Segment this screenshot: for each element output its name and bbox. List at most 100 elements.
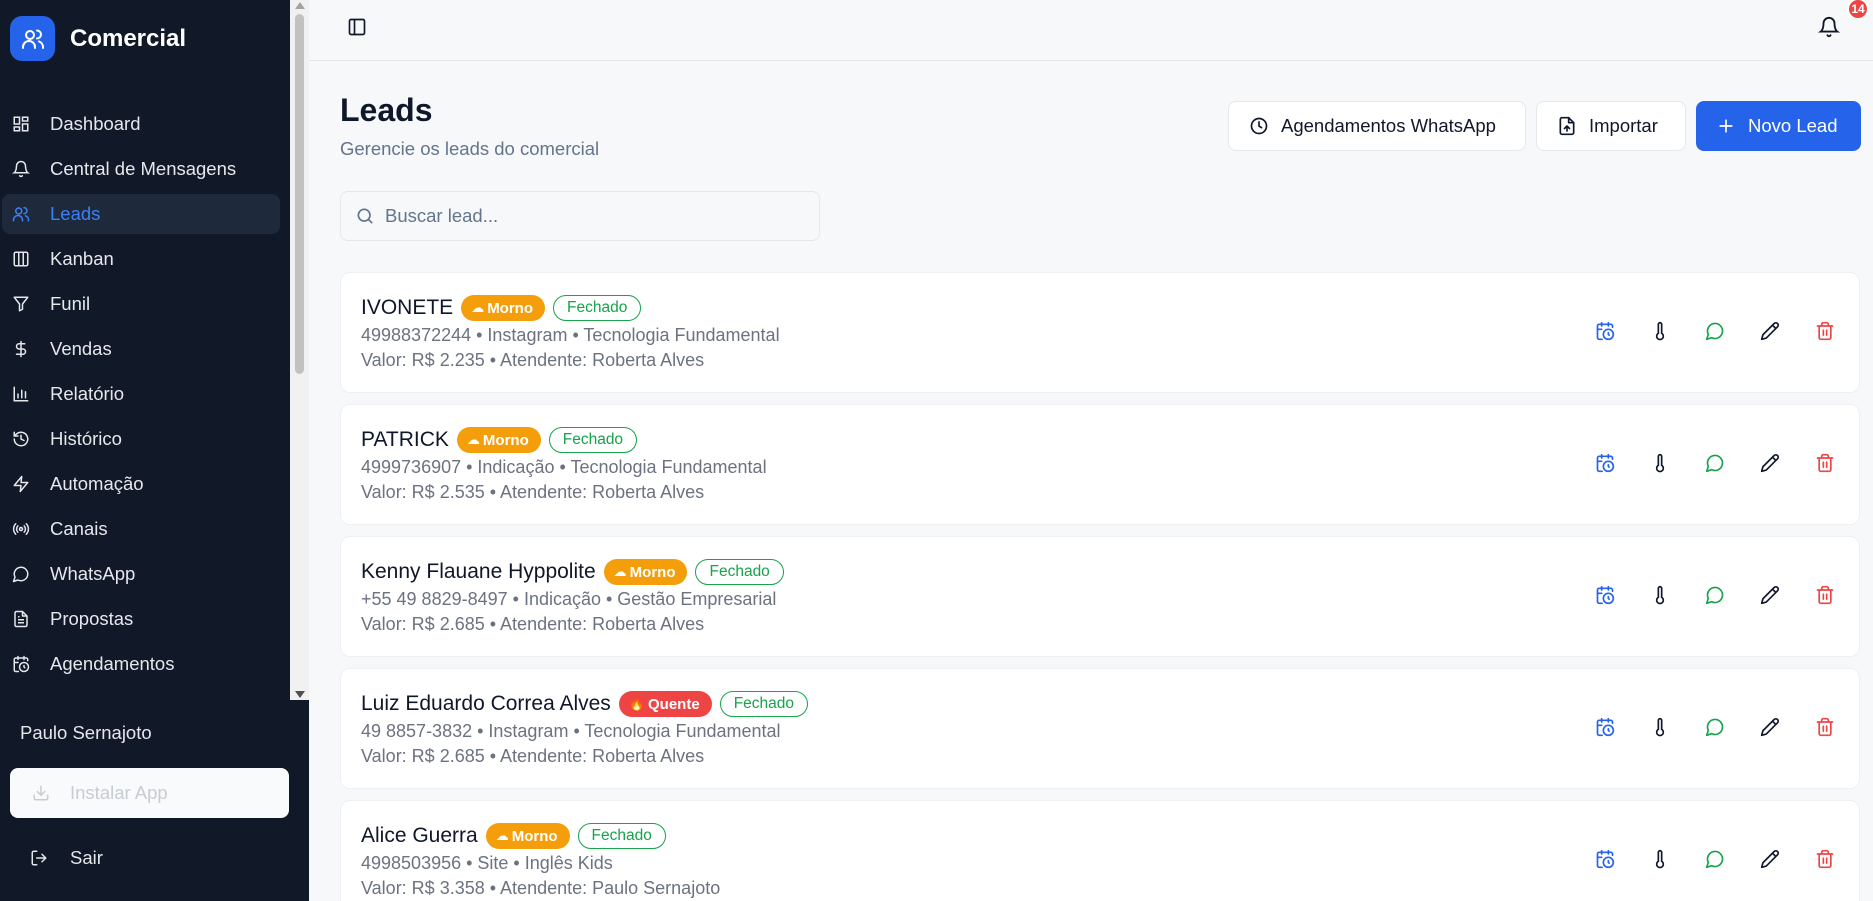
thermometer-icon[interactable] [1650,717,1670,737]
search-box [340,191,820,241]
temperature-label: Quente [648,695,700,713]
sidebar-nav: Dashboard Central de Mensagens Leads Kan… [0,104,290,700]
lead-value-line: Valor: R$ 3.358 • Atendente: Paulo Serna… [361,878,721,898]
users-icon [10,16,55,61]
scrollbar-thumb[interactable] [295,14,304,374]
search-icon [357,208,373,224]
edit-pencil-icon[interactable] [1760,321,1780,341]
cloud-icon: ☁ [471,300,485,315]
schedule-calendar-icon[interactable] [1595,717,1615,737]
lead-card: PATRICK ☁ Morno Fechado 4999736907 • Indi… [340,404,1860,525]
edit-pencil-icon[interactable] [1760,849,1780,869]
temperature-label: Morno [482,431,529,449]
sidebar-item-leads[interactable]: Leads [2,194,280,234]
scroll-down-arrow-icon[interactable] [295,691,305,698]
sidebar-item-vendas[interactable]: Vendas [2,329,280,369]
edit-pencil-icon[interactable] [1760,585,1780,605]
calendar-clock-icon [13,655,30,673]
sidebar-item-agendamentos[interactable]: Agendamentos [2,644,280,684]
file-upload-icon [1559,116,1575,136]
bell-icon [12,160,30,178]
cloud-icon: ☁ [495,828,509,843]
whatsapp-chat-icon[interactable] [1705,849,1725,869]
status-badge: Fechado [553,295,642,321]
lead-name: Alice Guerra [361,824,478,847]
sidebar-item-label: Dashboard [50,113,141,134]
new-lead-label: Novo Lead [1748,115,1838,136]
schedule-calendar-icon[interactable] [1595,585,1615,605]
delete-trash-icon[interactable] [1815,321,1835,341]
sidebar-scrollbar[interactable] [290,0,309,700]
delete-trash-icon[interactable] [1815,849,1835,869]
import-label: Importar [1589,115,1658,136]
lead-value-line: Valor: R$ 2.535 • Atendente: Roberta Alv… [361,482,705,502]
broadcast-icon [12,523,30,535]
lead-name: IVONETE [361,296,454,319]
current-user-name: Paulo Sernajoto [20,722,152,743]
sidebar-item-automacao[interactable]: Automação [2,464,280,504]
schedule-calendar-icon[interactable] [1595,321,1615,341]
clock-icon [1250,117,1268,135]
new-lead-button[interactable]: Novo Lead [1696,101,1861,151]
edit-pencil-icon[interactable] [1760,453,1780,473]
edit-pencil-icon[interactable] [1760,717,1780,737]
sidebar-item-label: Central de Mensagens [50,158,237,179]
thermometer-icon[interactable] [1650,453,1670,473]
lead-card: Kenny Flauane Hyppolite ☁ Morno Fechado +… [340,536,1860,657]
chat-bubble-icon [12,566,29,583]
app-name: Comercial [70,24,187,52]
scroll-up-arrow-icon[interactable] [295,2,305,9]
delete-trash-icon[interactable] [1815,717,1835,737]
install-app-button[interactable]: Instalar App [10,768,289,818]
logout-label: Sair [70,847,103,868]
lead-details: 49 8857-3832 • Instagram • Tecnologia Fu… [361,721,781,741]
sidebar-item-relatorio[interactable]: Relatório [2,374,280,414]
schedule-calendar-icon[interactable] [1595,849,1615,869]
temperature-label: Morno [511,827,558,845]
fire-icon: 🔥 [628,696,645,711]
logout-button[interactable]: Sair [10,838,289,878]
history-icon [13,431,29,447]
schedule-calendar-icon[interactable] [1595,453,1615,473]
sidebar-item-historico[interactable]: Histórico [2,419,280,459]
import-button[interactable]: Importar [1536,101,1686,151]
temperature-label: Morno [629,563,676,581]
lead-value-line: Valor: R$ 2.685 • Atendente: Roberta Alv… [361,746,705,766]
status-badge: Fechado [548,427,638,453]
notifications-bell-icon[interactable] [1818,16,1840,38]
bar-chart-icon [13,386,29,402]
whatsapp-schedules-button[interactable]: Agendamentos WhatsApp [1228,101,1526,151]
delete-trash-icon[interactable] [1815,453,1835,473]
sidebar-item-kanban[interactable]: Kanban [2,239,280,279]
whatsapp-chat-icon[interactable] [1705,717,1725,737]
thermometer-icon[interactable] [1650,585,1670,605]
funnel-icon [13,296,29,312]
temperature-badge: ☁ Morno [485,823,570,849]
lead-value-line: Valor: R$ 2.235 • Atendente: Roberta Alv… [361,350,705,370]
whatsapp-chat-icon[interactable] [1705,585,1725,605]
dollar-icon [15,340,27,358]
sidebar-item-label: Automação [50,473,144,494]
page-title: Leads [340,92,433,128]
thermometer-icon[interactable] [1650,849,1670,869]
sidebar-item-propostas[interactable]: Propostas [2,599,280,639]
sidebar-item-dashboard[interactable]: Dashboard [2,104,280,144]
delete-trash-icon[interactable] [1815,585,1835,605]
thermometer-icon[interactable] [1650,321,1670,341]
status-badge: Fechado [719,691,809,717]
sidebar-item-label: Canais [50,518,108,539]
lead-name: Luiz Eduardo Correa Alves [361,692,611,715]
sidebar-item-central-de-mensagens[interactable]: Central de Mensagens [2,149,280,189]
sidebar-item-funil[interactable]: Funil [2,284,280,324]
lead-details: 4998503956 • Site • Inglês Kids [361,853,613,873]
download-icon [33,785,49,801]
search-input[interactable] [385,205,785,227]
whatsapp-chat-icon[interactable] [1705,453,1725,473]
temperature-badge: 🔥 Quente [618,691,712,717]
sidebar-item-whatsapp[interactable]: WhatsApp [2,554,280,594]
sidebar-item-canais[interactable]: Canais [2,509,280,549]
sidebar-toggle-icon[interactable] [347,17,367,37]
lead-details: 4999736907 • Indicação • Tecnologia Fund… [361,457,767,477]
page-subtitle: Gerencie os leads do comercial [340,138,600,159]
whatsapp-chat-icon[interactable] [1705,321,1725,341]
